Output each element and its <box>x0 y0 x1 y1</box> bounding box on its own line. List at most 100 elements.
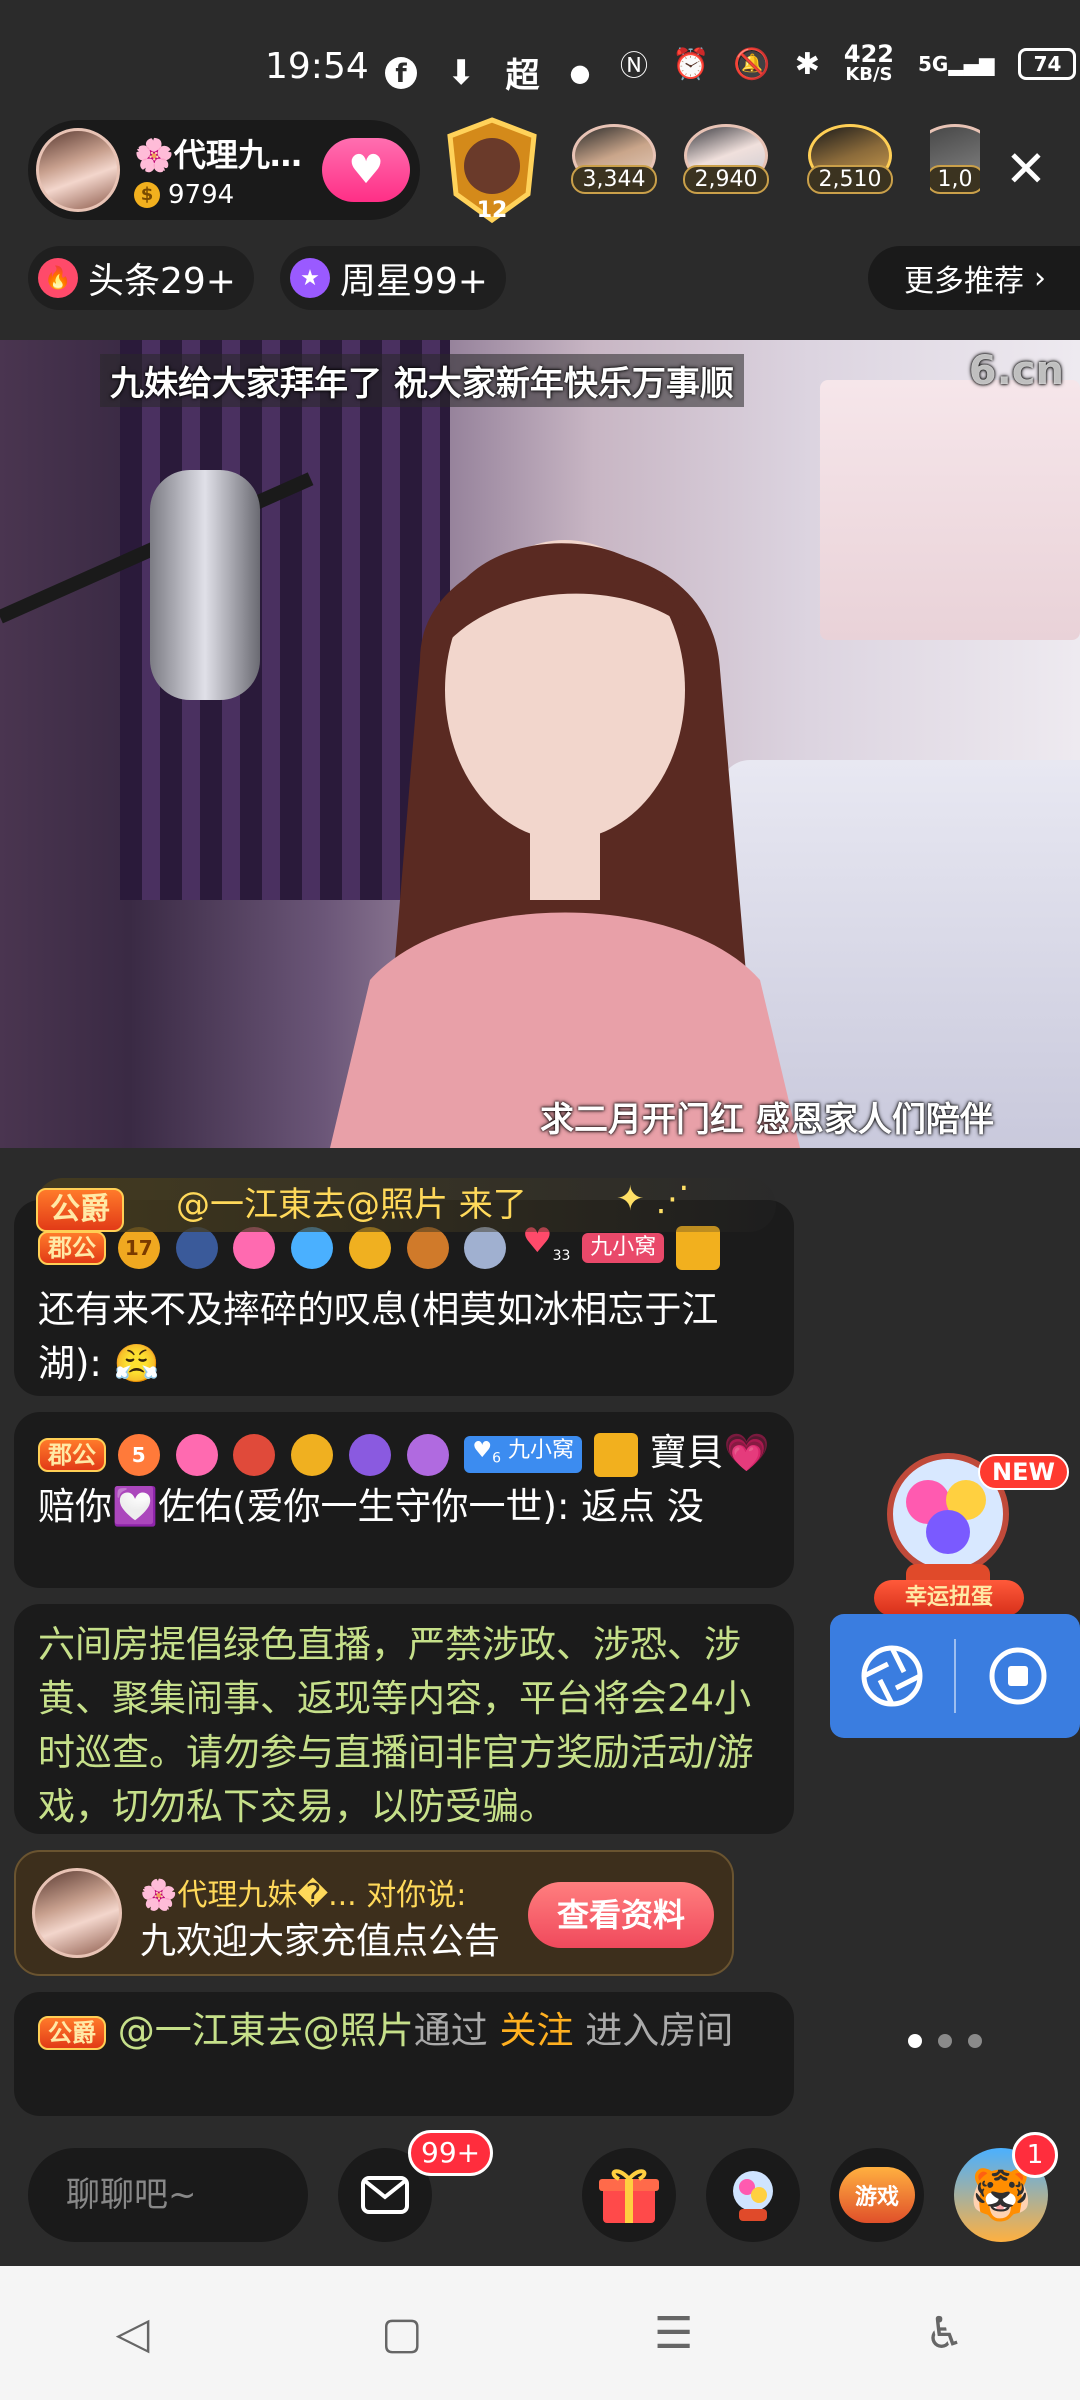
facebook-icon: f <box>385 56 417 89</box>
viewer-count: 3,344 <box>570 165 658 194</box>
gacha-label: 幸运扭蛋 <box>874 1580 1024 1616</box>
guard-badge[interactable]: 12 <box>436 116 548 224</box>
entry-banner: 公爵 @一江東去@照片 来了 ✦ ⋰ <box>36 1178 776 1232</box>
platform-notice: 六间房提倡绿色直播，严禁涉政、涉恐、涉黄、聚集闹事、返现等内容，平台将会24小时… <box>14 1604 794 1834</box>
vip-icon <box>593 1432 638 1477</box>
viewer-1[interactable]: 3,344 <box>570 124 658 216</box>
screenshot-button[interactable] <box>830 1614 954 1738</box>
host-message-text: 九欢迎大家充值点公告 <box>140 1921 501 1962</box>
follow-heart-button[interactable]: ♥ <box>322 138 410 202</box>
level-medal-icon: 17 <box>117 1227 160 1270</box>
headline-label: 头条29+ <box>88 261 236 302</box>
rank-badge: 郡公 <box>38 1231 106 1266</box>
rank-badge: 郡公 <box>38 1437 106 1472</box>
activity-badge: 1 <box>1012 2132 1058 2178</box>
host-name: 🌸代理九… <box>134 136 302 174</box>
level-medal-icon: 5 <box>117 1433 160 1476</box>
viewer-2[interactable]: 2,940 <box>682 124 770 216</box>
orb-medal-icon <box>291 1227 334 1270</box>
follow-action: 关注 <box>499 2009 574 2052</box>
nfc-icon: Ⓝ <box>620 49 649 82</box>
download-icon: ⬇ <box>447 52 476 93</box>
game-label: 游戏 <box>854 2185 899 2210</box>
chat-text: 还有来不及摔碎的叹息(相莫如冰相忘于江湖): 😤 <box>38 1287 719 1385</box>
app-notify-icon: 超 <box>505 56 540 96</box>
more-recommend-label: 更多推荐 <box>904 264 1024 299</box>
signal-icon: 5G▂▄▆ <box>917 52 995 76</box>
video-microphone <box>150 470 260 700</box>
page-dot <box>938 2034 952 2048</box>
gacha-button[interactable] <box>706 2148 800 2242</box>
status-system-icons: Ⓝ ⏰ 🔕 ✱ 422 KB/S 5G▂▄▆ 74 <box>620 42 1077 85</box>
stop-icon <box>989 1647 1047 1705</box>
dot-icon: ● <box>569 58 591 87</box>
crown-medal-icon <box>291 1433 334 1476</box>
chat-message[interactable]: 郡公 5 ♥6 九小窝 寶貝💗赔你💟佐佑(爱你一生守你一世): 返点 没 <box>14 1412 794 1588</box>
page-dot <box>968 2034 982 2048</box>
page-dot <box>908 2034 922 2048</box>
shield-medal-icon <box>175 1227 218 1270</box>
viewer-count: 2,940 <box>682 165 770 194</box>
system-nav-bar: ◁ ▢ ☰ ♿ <box>0 2266 1080 2400</box>
mail-badge: 99+ <box>408 2130 494 2176</box>
chevron-right-icon: › <box>1034 260 1046 296</box>
heart-icon: ♥ <box>348 147 384 193</box>
status-bar: 19:54 f ⬇ 超 ● Ⓝ ⏰ 🔕 ✱ 422 KB/S 5G▂▄▆ 74 <box>0 0 1080 120</box>
back-icon[interactable]: ◁ <box>116 2308 150 2359</box>
battery-icon: 74 <box>1018 48 1077 80</box>
new-tag: NEW <box>978 1454 1069 1490</box>
host-fans-count: 9794 <box>168 180 235 210</box>
follow-user[interactable]: @一江東去@照片 <box>118 2009 414 2052</box>
view-profile-button[interactable]: 查看资料 <box>528 1882 714 1948</box>
fan-club-level: 6 <box>492 1450 502 1467</box>
sparkle-icon: ✦ ⋰ <box>616 1179 690 1219</box>
chest-medal-icon <box>233 1433 276 1476</box>
book-medal-icon <box>406 1227 449 1270</box>
gift-button[interactable] <box>582 2148 676 2242</box>
headline-badge[interactable]: 🔥 头条29+ <box>28 246 254 310</box>
viewer-count: 2,510 <box>806 165 894 194</box>
live-video[interactable]: 九妹给大家拜年了 祝大家新年快乐万事顺 6.cn 求二月开门红 感恩家人们陪伴 <box>0 340 1080 1148</box>
host-avatar[interactable] <box>36 128 120 212</box>
video-streamer <box>330 540 800 1148</box>
follow-tail: 进入房间 <box>573 2009 734 2052</box>
alarm-icon: ⏰ <box>672 46 710 82</box>
more-recommend-button[interactable]: 更多推荐 › <box>868 246 1080 310</box>
follow-notice[interactable]: 公爵 @一江東去@照片通过 关注 进入房间 <box>14 1992 794 2116</box>
aperture-icon <box>861 1645 923 1707</box>
game-icon: 游戏 <box>839 2167 915 2223</box>
heart-medal-icon <box>233 1227 276 1270</box>
host-info: 🌸代理九… $ 9794 <box>134 130 304 210</box>
close-icon[interactable]: ✕ <box>998 140 1054 198</box>
level-value: 17 <box>124 1236 153 1261</box>
bluetooth-icon: ✱ <box>794 46 820 82</box>
entry-text: @一江東去@照片 来了 <box>176 1185 527 1225</box>
weekly-star-label: 周星99+ <box>340 261 488 302</box>
viewer-3[interactable]: 2,510 <box>806 124 894 216</box>
host-message-sender: 🌸代理九妹�... 对你说: <box>140 1878 467 1913</box>
mute-icon: 🔕 <box>733 46 771 82</box>
level-value: 5 <box>131 1442 146 1467</box>
fan-club-name: 九小窝 <box>508 1437 575 1463</box>
heart-medal-icon <box>175 1433 218 1476</box>
battery-level: 74 <box>1033 52 1062 76</box>
entry-rank-badge: 公爵 <box>36 1188 124 1232</box>
status-time: 19:54 <box>265 46 369 87</box>
host-message-card[interactable]: 🌸代理九妹�... 对你说: 九欢迎大家充值点公告 查看资料 <box>14 1850 734 1976</box>
game-button[interactable]: 游戏 <box>830 2148 924 2242</box>
rank-badge: 公爵 <box>38 2015 106 2050</box>
stop-record-button[interactable] <box>956 1614 1080 1738</box>
chat-input[interactable]: 聊聊吧~ <box>28 2148 308 2242</box>
net-speed-unit: KB/S <box>845 63 893 85</box>
status-notification-icons: f ⬇ 超 ● <box>385 48 590 97</box>
video-watermark: 6.cn <box>968 348 1064 394</box>
viewer-4[interactable]: 1,0 <box>930 124 980 216</box>
weekly-star-badge[interactable]: ★ 周星99+ <box>280 246 506 310</box>
accessibility-icon[interactable]: ♿ <box>925 2308 964 2359</box>
gacha-ball-icon <box>733 2171 773 2221</box>
silver-medal-icon <box>464 1227 507 1270</box>
home-icon[interactable]: ▢ <box>381 2308 423 2359</box>
gem-medal-icon <box>406 1433 449 1476</box>
video-background-shelf <box>820 380 1080 640</box>
recents-icon[interactable]: ☰ <box>654 2308 693 2359</box>
